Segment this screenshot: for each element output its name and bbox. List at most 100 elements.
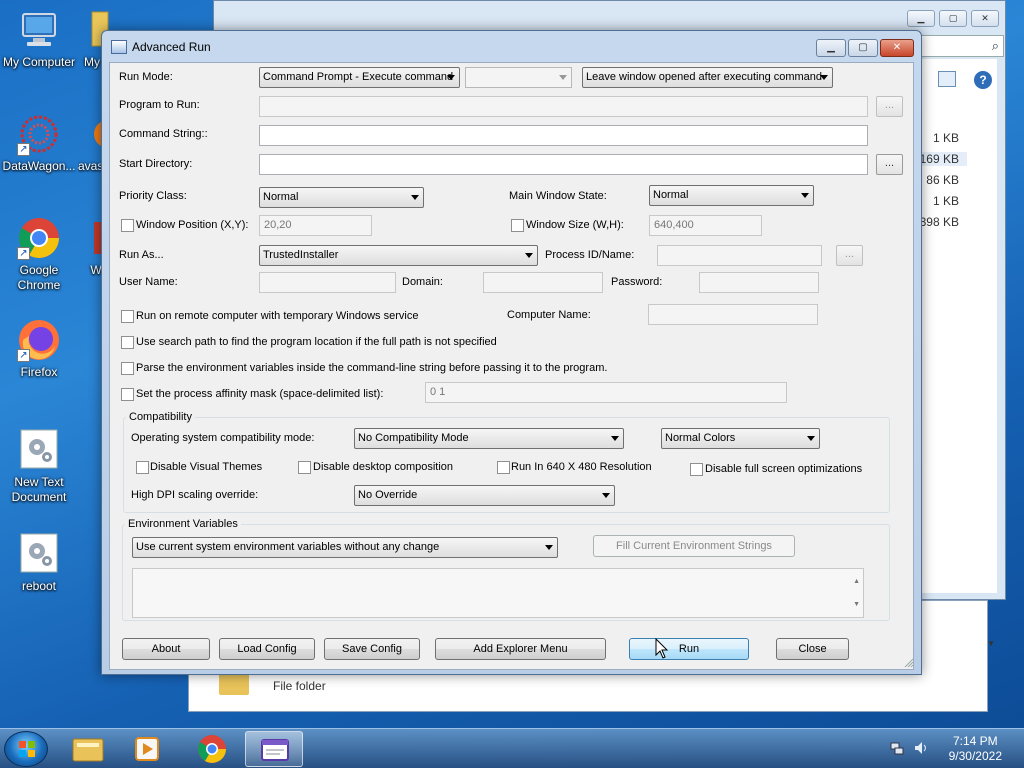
- start-button[interactable]: [4, 731, 48, 767]
- search-path-checkbox[interactable]: [121, 336, 134, 349]
- window-position-field[interactable]: 20,20: [259, 215, 372, 236]
- minimize-button[interactable]: ▁: [907, 10, 935, 27]
- secondary-mode-select[interactable]: [465, 67, 572, 88]
- desktop-icon-label: avas: [78, 159, 102, 173]
- taskbar-advanced-run-button[interactable]: [245, 731, 303, 767]
- shortcut-arrow-icon: ↗: [17, 247, 30, 260]
- help-icon[interactable]: ?: [974, 71, 992, 89]
- affinity-checkbox[interactable]: [121, 388, 134, 401]
- taskbar-chrome-button[interactable]: [183, 731, 241, 767]
- settings-file-icon: [17, 428, 61, 472]
- scroll-down-icon[interactable]: ▼: [853, 595, 860, 614]
- colors-select[interactable]: Normal Colors: [661, 428, 820, 449]
- process-browse-button[interactable]: ...: [836, 245, 863, 266]
- window-option-select[interactable]: Leave window opened after executing comm…: [582, 67, 833, 88]
- datawagon-icon: ↗: [17, 112, 61, 156]
- advanced-run-app-icon: [111, 40, 127, 54]
- firefox-icon: ↗: [17, 318, 61, 362]
- resize-grip-icon[interactable]: [902, 656, 914, 668]
- chrome-icon: [198, 735, 226, 763]
- program-to-run-label: Program to Run:: [119, 99, 200, 111]
- disable-fullscreen-checkbox[interactable]: [690, 463, 703, 476]
- dialog-maximize-button[interactable]: ▢: [848, 39, 878, 57]
- environment-select[interactable]: Use current system environment variables…: [132, 537, 558, 558]
- windows-logo-icon: [19, 741, 35, 757]
- chevron-down-icon: [447, 75, 455, 80]
- start-directory-field[interactable]: [259, 154, 868, 175]
- preview-pane-icon[interactable]: [938, 71, 956, 87]
- network-icon[interactable]: [890, 741, 904, 755]
- os-compat-value: No Compatibility Mode: [358, 432, 469, 444]
- window-size-field[interactable]: 640,400: [649, 215, 762, 236]
- parse-env-checkbox[interactable]: [121, 362, 134, 375]
- computer-name-label: Computer Name:: [507, 309, 591, 321]
- program-browse-button[interactable]: ...: [876, 96, 903, 117]
- desktop-icon-avast[interactable]: avas: [78, 112, 102, 174]
- command-string-field[interactable]: [259, 125, 868, 146]
- desktop-icon-google-chrome[interactable]: ↗ Google Chrome: [0, 216, 78, 293]
- window-size-checkbox[interactable]: [511, 219, 524, 232]
- domain-field[interactable]: [483, 272, 603, 293]
- run-button[interactable]: Run: [629, 638, 749, 660]
- dpi-override-label: High DPI scaling override:: [131, 489, 259, 501]
- main-window-state-label: Main Window State:: [509, 190, 607, 202]
- run-as-label: Run As...: [119, 249, 164, 261]
- maximize-button[interactable]: ▢: [939, 10, 967, 27]
- environment-value: Use current system environment variables…: [136, 541, 440, 553]
- program-to-run-field[interactable]: [259, 96, 868, 117]
- run-640-label: Run In 640 X 480 Resolution: [511, 461, 652, 473]
- save-config-button[interactable]: Save Config: [324, 638, 420, 660]
- window-position-checkbox[interactable]: [121, 219, 134, 232]
- run-mode-select[interactable]: Command Prompt - Execute command: [259, 67, 460, 88]
- scroll-up-icon[interactable]: ▲: [853, 572, 860, 591]
- main-window-state-select[interactable]: Normal: [649, 185, 814, 206]
- password-field[interactable]: [699, 272, 819, 293]
- close-button[interactable]: Close: [776, 638, 849, 660]
- environment-strings-textarea[interactable]: ▲ ▼: [132, 568, 864, 618]
- dpi-override-value: No Override: [358, 489, 418, 501]
- file-type-label: File folder: [273, 679, 326, 693]
- domain-label: Domain:: [402, 276, 443, 288]
- desktop-icon-new-text-document[interactable]: New Text Document: [0, 428, 78, 505]
- desktop-icon-datawagon[interactable]: ↗ DataWagon...: [0, 112, 78, 174]
- volume-icon[interactable]: [914, 741, 930, 755]
- process-id-label: Process ID/Name:: [545, 249, 635, 261]
- run-640-checkbox[interactable]: [497, 461, 510, 474]
- dialog-minimize-button[interactable]: ▁: [816, 39, 846, 57]
- disable-themes-checkbox[interactable]: [136, 461, 149, 474]
- user-name-field[interactable]: [259, 272, 396, 293]
- scroll-down-icon[interactable]: ▼: [987, 639, 995, 648]
- window-option-value: Leave window opened after executing comm…: [586, 71, 823, 83]
- dialog-close-button[interactable]: ✕: [880, 39, 914, 57]
- add-explorer-menu-button[interactable]: Add Explorer Menu: [435, 638, 606, 660]
- system-clock[interactable]: 7:14 PM 9/30/2022: [949, 734, 1002, 764]
- chevron-down-icon: [602, 493, 610, 498]
- start-directory-browse-button[interactable]: ...: [876, 154, 903, 175]
- taskbar-explorer-button[interactable]: [59, 731, 117, 767]
- os-compat-select[interactable]: No Compatibility Mode: [354, 428, 624, 449]
- taskbar-media-player-button[interactable]: [118, 731, 176, 767]
- remote-computer-checkbox[interactable]: [121, 310, 134, 323]
- computer-name-field[interactable]: [648, 304, 818, 325]
- search-box[interactable]: ⌕: [920, 35, 1004, 57]
- priority-class-select[interactable]: Normal: [259, 187, 424, 208]
- disable-composition-checkbox[interactable]: [298, 461, 311, 474]
- desktop-icon-reboot[interactable]: reboot: [0, 532, 78, 594]
- file-size: 86 KB: [926, 173, 959, 187]
- colors-value: Normal Colors: [665, 432, 736, 444]
- chevron-down-icon: [820, 75, 828, 80]
- load-config-button[interactable]: Load Config: [219, 638, 315, 660]
- dpi-override-select[interactable]: No Override: [354, 485, 615, 506]
- desktop-icon-firefox[interactable]: ↗ Firefox: [0, 318, 78, 380]
- run-as-select[interactable]: TrustedInstaller: [259, 245, 538, 266]
- fill-environment-button[interactable]: Fill Current Environment Strings: [593, 535, 795, 557]
- desktop-icon-my-computer[interactable]: My Computer: [0, 8, 78, 70]
- desktop-icon-label: New Text Document: [11, 475, 67, 504]
- desktop-icon-label: reboot: [21, 579, 57, 593]
- about-button[interactable]: About: [122, 638, 210, 660]
- affinity-field[interactable]: 0 1: [425, 382, 787, 403]
- close-button[interactable]: ✕: [971, 10, 999, 27]
- chrome-icon: ↗: [17, 216, 61, 260]
- computer-icon: [17, 8, 61, 52]
- process-id-field[interactable]: [657, 245, 822, 266]
